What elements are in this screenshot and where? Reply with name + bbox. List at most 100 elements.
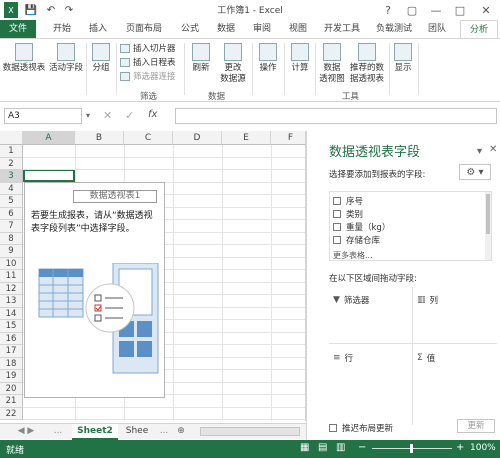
filters-area[interactable]: ▼ 筛选器 (333, 294, 369, 306)
name-box[interactable]: A3 (4, 108, 82, 124)
pivot-table-placeholder[interactable]: 数据透视表1 若要生成报表，请从“数据透视表字段列表”中选择字段。 (24, 182, 165, 398)
help-button[interactable]: ? (376, 0, 400, 20)
refresh-button[interactable]: 刷新 (188, 43, 214, 74)
row-header[interactable]: 15 (0, 320, 23, 333)
column-header-e[interactable]: E (222, 131, 271, 145)
row-header[interactable]: 1 (0, 145, 23, 158)
zoom-out-icon[interactable]: − (358, 442, 366, 453)
defer-update-option[interactable]: 推迟布局更新 (329, 422, 393, 434)
insert-timeline-button[interactable]: 插入日程表 (120, 56, 176, 68)
add-sheet-icon[interactable]: ⊕ (174, 424, 188, 440)
tab-analyze[interactable]: 分析 (460, 20, 498, 38)
field-list-scrollbar[interactable] (485, 192, 491, 260)
field-item[interactable]: 类别 (333, 208, 363, 220)
update-button[interactable]: 更新 (457, 419, 495, 433)
actions-button[interactable]: 操作 (255, 43, 281, 74)
row-header[interactable]: 9 (0, 245, 23, 258)
sheet-nav-arrows[interactable]: ◀ ▶ (6, 424, 46, 440)
column-header-f[interactable]: F (271, 131, 305, 145)
maximize-button[interactable]: □ (448, 0, 472, 20)
row-header[interactable]: 21 (0, 395, 23, 408)
row-header[interactable]: 11 (0, 270, 23, 283)
more-tables-link[interactable]: 更多表格... (333, 250, 373, 260)
active-cell-a3[interactable] (23, 169, 75, 182)
calculations-button[interactable]: 计算 (287, 43, 313, 74)
formula-input[interactable] (175, 108, 497, 124)
column-header-d[interactable]: D (173, 131, 222, 145)
column-header-c[interactable]: C (124, 131, 173, 145)
row-header[interactable]: 18 (0, 357, 23, 370)
field-item[interactable]: 存储仓库 (333, 234, 380, 246)
field-checkbox[interactable] (333, 236, 341, 244)
zoom-in-icon[interactable]: + (456, 442, 464, 453)
row-header[interactable]: 4 (0, 182, 23, 195)
tab-developer[interactable]: 开发工具 (318, 20, 366, 38)
group-button[interactable]: 分组 (88, 43, 114, 74)
recommended-pivot-button[interactable]: 推荐的数 据透视表 (347, 43, 387, 85)
values-area[interactable]: Σ值 (417, 352, 435, 364)
zoom-level[interactable]: 100% (470, 443, 496, 453)
row-header[interactable]: 17 (0, 345, 23, 358)
row-header[interactable]: 12 (0, 282, 23, 295)
insert-function-icon[interactable]: fx (148, 109, 157, 120)
sheet-tab-sheet2[interactable]: Sheet2 (72, 424, 118, 440)
page-layout-view-icon[interactable]: ▤ (318, 442, 327, 453)
columns-area[interactable]: ▥ 列 (417, 294, 438, 306)
row-header[interactable]: 10 (0, 257, 23, 270)
row-header[interactable]: 2 (0, 157, 23, 170)
tab-team[interactable]: 团队 (422, 20, 452, 38)
field-item[interactable]: 重量（kg） (333, 221, 390, 233)
sheet-tab-partial[interactable]: Shee (120, 424, 154, 440)
change-source-button[interactable]: 更改 数据源 (218, 43, 248, 85)
insert-slicer-button[interactable]: 插入切片器 (120, 42, 176, 54)
column-header-b[interactable]: B (75, 131, 124, 145)
horizontal-scrollbar[interactable] (200, 427, 300, 436)
cancel-icon[interactable]: ✕ (103, 109, 112, 122)
row-header[interactable]: 3 (0, 170, 23, 183)
gear-icon[interactable]: ⚙ ▾ (459, 164, 491, 180)
tab-data[interactable]: 数据 (210, 20, 242, 38)
column-header-a[interactable]: A (23, 131, 75, 145)
pivot-table-button[interactable]: 数据透视表 (2, 43, 46, 74)
pivot-chart-button[interactable]: 数据 透视图 (318, 43, 346, 85)
tab-page-layout[interactable]: 页面布局 (118, 20, 170, 38)
sheet-more-right[interactable]: ... (156, 424, 172, 440)
tab-file[interactable]: 文件 (0, 20, 36, 38)
row-header[interactable]: 13 (0, 295, 23, 308)
enter-icon[interactable]: ✓ (125, 109, 134, 122)
close-button[interactable]: ✕ (474, 0, 498, 20)
tab-load-test[interactable]: 负载测试 (370, 20, 418, 38)
tab-view[interactable]: 视图 (282, 20, 314, 38)
namebox-dropdown-icon[interactable]: ▾ (86, 111, 90, 120)
row-header[interactable]: 19 (0, 370, 23, 383)
sheet-more-left[interactable]: ... (48, 424, 68, 440)
minimize-button[interactable]: — (424, 0, 448, 20)
page-break-view-icon[interactable]: ▥ (336, 442, 345, 453)
tab-insert[interactable]: 插入 (82, 20, 114, 38)
row-header[interactable]: 8 (0, 232, 23, 245)
row-header[interactable]: 16 (0, 332, 23, 345)
ribbon-display-button[interactable]: ▢ (400, 0, 424, 20)
defer-checkbox[interactable] (329, 424, 337, 432)
pane-close-icon[interactable]: ✕ (489, 144, 497, 155)
normal-view-icon[interactable]: ▦ (300, 442, 309, 453)
zoom-slider-thumb[interactable] (410, 444, 413, 453)
active-field-button[interactable]: 活动字段 (48, 43, 84, 74)
row-header[interactable]: 14 (0, 307, 23, 320)
tab-home[interactable]: 开始 (46, 20, 78, 38)
row-header[interactable]: 6 (0, 207, 23, 220)
pane-options-icon[interactable]: ▾ (477, 146, 482, 157)
select-all-corner[interactable] (0, 131, 23, 145)
row-header[interactable]: 5 (0, 195, 23, 208)
rows-area[interactable]: ≡ 行 (333, 352, 353, 364)
row-header[interactable]: 20 (0, 382, 23, 395)
row-header[interactable]: 7 (0, 220, 23, 233)
field-item[interactable]: 序号 (333, 195, 363, 207)
field-checkbox[interactable] (333, 223, 341, 231)
field-checkbox[interactable] (333, 210, 341, 218)
show-button[interactable]: 显示 (391, 43, 415, 74)
filter-connections-button[interactable]: 筛选器连接 (120, 70, 176, 82)
field-checkbox[interactable] (333, 197, 341, 205)
row-header[interactable]: 22 (0, 407, 23, 420)
tab-formulas[interactable]: 公式 (174, 20, 206, 38)
